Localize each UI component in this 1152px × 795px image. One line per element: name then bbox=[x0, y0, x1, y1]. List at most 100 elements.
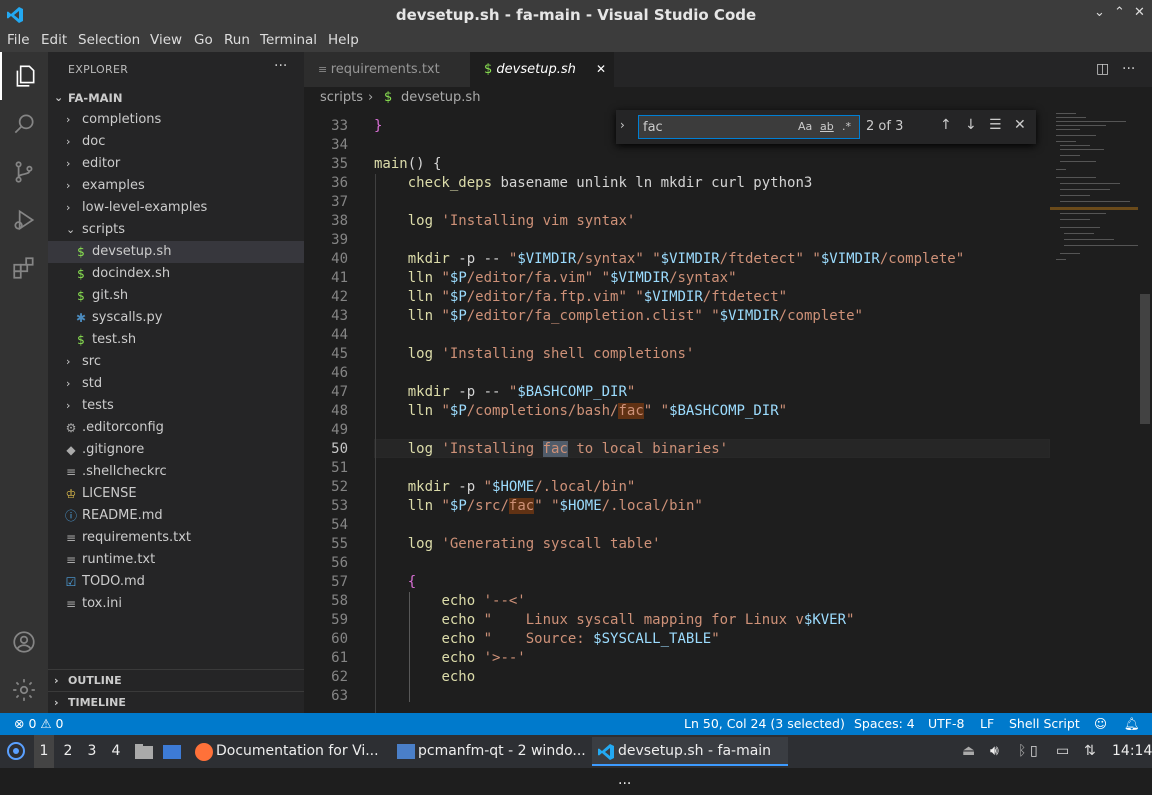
code-editor[interactable]: 33} 34 35 main() {36 check_deps basename un… bbox=[304, 109, 1050, 713]
tree-item-tests[interactable]: › tests bbox=[48, 395, 304, 417]
workspace-3[interactable]: 3 bbox=[82, 735, 102, 768]
tree-item-license[interactable]: ♔ LICENSE bbox=[48, 483, 304, 505]
problems-indicator[interactable]: ⊗ 0 ⚠ 0 bbox=[14, 713, 64, 735]
tree-item-src[interactable]: › src bbox=[48, 351, 304, 373]
settings-gear-icon[interactable] bbox=[0, 666, 48, 714]
line-number: 44 bbox=[331, 327, 348, 343]
account-icon[interactable] bbox=[0, 618, 48, 666]
extensions-icon[interactable] bbox=[0, 244, 48, 292]
menu-file[interactable]: File bbox=[7, 32, 30, 48]
tree-item-requirements-txt[interactable]: ≡ requirements.txt bbox=[48, 527, 304, 549]
tree-item-runtime-txt[interactable]: ≡ runtime.txt bbox=[48, 549, 304, 571]
more-actions-icon[interactable]: ··· bbox=[274, 58, 287, 74]
tree-item-git-sh[interactable]: $ git.sh bbox=[48, 285, 304, 307]
workspace-1[interactable]: 1 bbox=[34, 735, 54, 768]
maximize-icon[interactable]: ⌃ bbox=[1114, 5, 1125, 20]
outline-section[interactable]: › OUTLINE bbox=[48, 669, 304, 691]
language-mode[interactable]: Shell Script bbox=[1009, 713, 1080, 735]
workspace-root[interactable]: ⌄ FA-MAIN bbox=[48, 87, 304, 109]
feedback-icon[interactable]: ☺ bbox=[1094, 713, 1107, 735]
indentation[interactable]: Spaces: 4 bbox=[854, 713, 915, 735]
cursor-position[interactable]: Ln 50, Col 24 (3 selected) bbox=[684, 713, 845, 735]
tree-item-completions[interactable]: › completions bbox=[48, 109, 304, 131]
menu-edit[interactable]: Edit bbox=[41, 32, 67, 48]
run-debug-icon[interactable] bbox=[0, 196, 48, 244]
start-menu-icon[interactable] bbox=[6, 735, 28, 768]
show-desktop-icon[interactable] bbox=[162, 735, 184, 768]
match-case-toggle[interactable]: Aa bbox=[798, 120, 812, 133]
menu-run[interactable]: Run bbox=[224, 32, 250, 48]
activity-bar bbox=[0, 52, 48, 713]
tab-label: requirements.txt bbox=[330, 62, 440, 77]
tree-item-std[interactable]: › std bbox=[48, 373, 304, 395]
split-editor-icon[interactable]: ◫ bbox=[1096, 61, 1109, 77]
tree-item-docindex-sh[interactable]: $ docindex.sh bbox=[48, 263, 304, 285]
menu-go[interactable]: Go bbox=[194, 32, 213, 48]
line-number: 40 bbox=[331, 251, 348, 267]
workspace-4[interactable]: 4 bbox=[106, 735, 126, 768]
tree-item-todo-md[interactable]: ☑ TODO.md bbox=[48, 571, 304, 593]
timeline-section[interactable]: › TIMELINE bbox=[48, 691, 304, 713]
toggle-replace-icon[interactable]: › bbox=[620, 118, 625, 132]
volume-icon[interactable]: 🔊︎ bbox=[990, 735, 999, 768]
next-match-icon[interactable]: ↓ bbox=[965, 117, 977, 133]
taskbar-window-pcmanfm[interactable]: pcmanfm-qt - 2 windo... bbox=[392, 737, 588, 766]
close-find-icon[interactable]: ✕ bbox=[1014, 117, 1026, 133]
clipboard-icon[interactable]: ▯ bbox=[1030, 735, 1038, 768]
regex-toggle[interactable]: .* bbox=[842, 120, 851, 133]
taskbar-window-firefox[interactable]: Documentation for Vi... bbox=[190, 737, 386, 766]
breadcrumb: scripts › $ devsetup.sh bbox=[304, 87, 1152, 109]
tree-item-examples[interactable]: › examples bbox=[48, 175, 304, 197]
whole-word-toggle[interactable]: ab bbox=[820, 120, 834, 133]
tray-network-icon[interactable]: ⇅ bbox=[1084, 735, 1096, 768]
tree-item-test-sh[interactable]: $ test.sh bbox=[48, 329, 304, 351]
tree-item-devsetup-sh[interactable]: $ devsetup.sh bbox=[48, 241, 304, 263]
tree-item-readme-md[interactable]: ⓘ README.md bbox=[48, 505, 304, 527]
tab-close-icon[interactable]: ✕ bbox=[596, 52, 606, 87]
chevron-down-icon: ⌄ bbox=[54, 91, 64, 104]
tree-item-low-level-examples[interactable]: › low-level-examples bbox=[48, 197, 304, 219]
minimize-icon[interactable]: ⌄ bbox=[1094, 5, 1105, 20]
line-number: 38 bbox=[331, 213, 348, 229]
menu-help[interactable]: Help bbox=[328, 32, 359, 48]
taskbar-window-vscode[interactable]: devsetup.sh - fa-main ... bbox=[592, 737, 788, 788]
source-control-icon[interactable] bbox=[0, 148, 48, 196]
more-actions-icon[interactable]: ··· bbox=[1122, 61, 1135, 77]
menu-selection[interactable]: Selection bbox=[78, 32, 140, 48]
tab-requirements[interactable]: ≡ requirements.txt bbox=[304, 52, 470, 87]
tray-eject-icon[interactable]: ⏏ bbox=[962, 735, 975, 768]
search-icon[interactable] bbox=[0, 100, 48, 148]
tree-item-gitignore[interactable]: ◆ .gitignore bbox=[48, 439, 304, 461]
tree-item-scripts[interactable]: ⌄ scripts bbox=[48, 219, 304, 241]
tree-item-tox-ini[interactable]: ≡ tox.ini bbox=[48, 593, 304, 615]
breadcrumb-file[interactable]: devsetup.sh bbox=[401, 87, 480, 109]
tree-item-syscalls-py[interactable]: ✱ syscalls.py bbox=[48, 307, 304, 329]
tray-screen-icon[interactable]: ▭ bbox=[1056, 735, 1069, 768]
breadcrumb-folder[interactable]: scripts bbox=[320, 87, 363, 109]
line-number: 62 bbox=[331, 669, 348, 685]
menu-view[interactable]: View bbox=[150, 32, 182, 48]
tree-item-shellcheckrc[interactable]: ≡ .shellcheckrc bbox=[48, 461, 304, 483]
tree-item-editorconfig[interactable]: ⚙ .editorconfig bbox=[48, 417, 304, 439]
file-manager-launcher-icon[interactable] bbox=[134, 735, 154, 768]
menu-terminal[interactable]: Terminal bbox=[260, 32, 317, 48]
notifications-bell-icon[interactable]: 🔔︎ bbox=[1124, 713, 1140, 735]
minimap[interactable] bbox=[1050, 109, 1138, 713]
scrollbar-thumb[interactable] bbox=[1140, 294, 1150, 424]
end-of-line[interactable]: LF bbox=[980, 713, 994, 735]
previous-match-icon[interactable]: ↑ bbox=[940, 117, 952, 133]
find-in-selection-icon[interactable]: ☰ bbox=[989, 117, 1002, 133]
code-line: echo " Source: $SYSCALL_TABLE" bbox=[441, 631, 720, 647]
vertical-scrollbar[interactable] bbox=[1138, 109, 1152, 713]
tray-bluetooth-icon[interactable]: ᛒ bbox=[1018, 735, 1026, 768]
explorer-icon[interactable] bbox=[0, 52, 48, 100]
config-file-icon: ⚙ bbox=[65, 421, 77, 435]
tree-item-label: examples bbox=[82, 178, 145, 193]
tree-item-doc[interactable]: › doc bbox=[48, 131, 304, 153]
encoding[interactable]: UTF-8 bbox=[928, 713, 964, 735]
tree-item-editor[interactable]: › editor bbox=[48, 153, 304, 175]
workspace-2[interactable]: 2 bbox=[58, 735, 78, 768]
tree-item-label: test.sh bbox=[92, 332, 137, 347]
tab-devsetup[interactable]: $ devsetup.sh ✕ bbox=[470, 52, 614, 87]
close-icon[interactable]: ✕ bbox=[1134, 5, 1145, 20]
